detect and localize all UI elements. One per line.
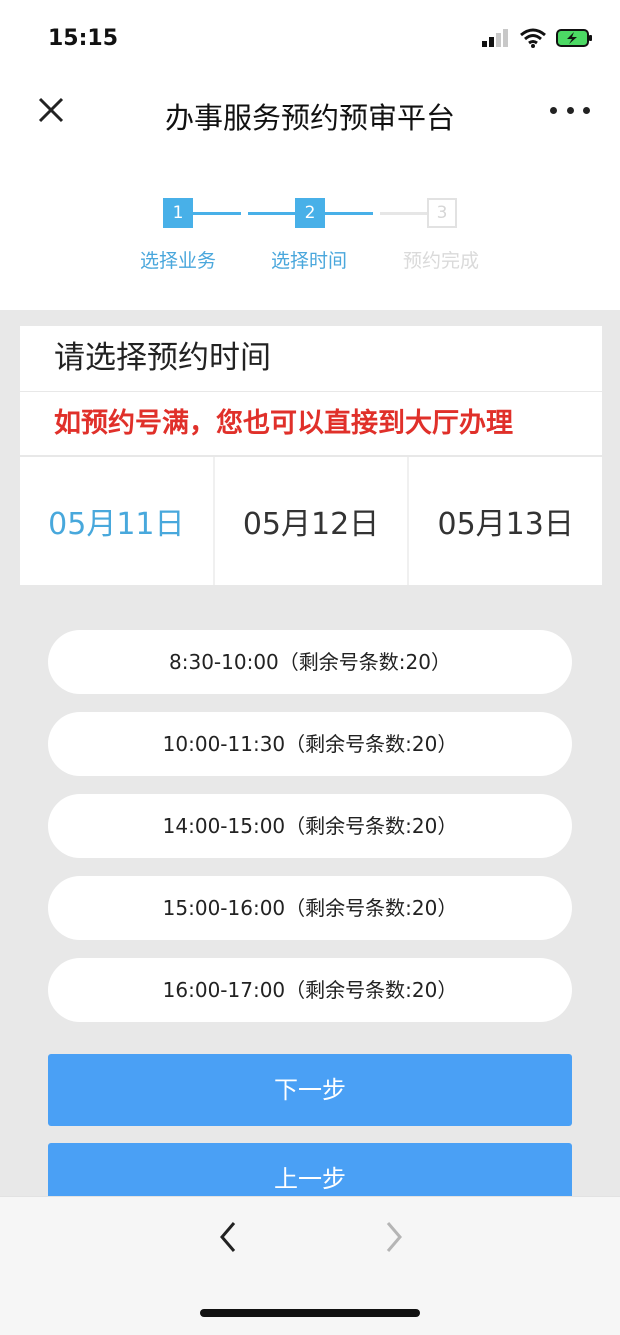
more-icon[interactable] [550,95,590,125]
date-tabs: 05月11日 05月12日 05月13日 [20,457,602,585]
time-slot[interactable]: 8:30-10:00（剩余号条数:20） [48,630,572,694]
step-connector [325,212,373,215]
status-time: 15:15 [48,26,119,51]
step-1-badge: 1 [163,198,193,228]
step-connector [380,212,427,215]
status-bar: 15:15 [0,0,620,80]
time-slot[interactable]: 15:00-16:00（剩余号条数:20） [48,876,572,940]
card-title: 请选择预约时间 [20,326,602,392]
step-1-label: 选择业务 [140,250,217,272]
step-2-label: 选择时间 [271,250,348,272]
date-tab-0512[interactable]: 05月12日 [215,457,410,585]
step-2-badge: 2 [295,198,325,228]
step-connector [193,212,241,215]
next-button[interactable]: 下一步 [48,1054,572,1126]
time-slot[interactable]: 16:00-17:00（剩余号条数:20） [48,958,572,1022]
notice-text: 如预约号满，您也可以直接到大厅办理 [20,392,602,457]
time-slot[interactable]: 10:00-11:30（剩余号条数:20） [48,712,572,776]
content-area: 请选择预约时间 如预约号满，您也可以直接到大厅办理 05月11日 05月12日 … [0,310,620,1215]
date-tab-0511[interactable]: 05月11日 [20,457,215,585]
chevron-right-icon[interactable] [380,1217,408,1257]
status-icons [482,28,594,48]
step-indicator: 1 2 3 选择业务 选择时间 预约完成 [0,190,620,280]
chevron-left-icon[interactable] [214,1217,242,1257]
page-title: 办事服务预约预审平台 [164,101,455,135]
date-card: 请选择预约时间 如预约号满，您也可以直接到大厅办理 05月11日 05月12日 … [20,326,602,585]
nav-bar: 办事服务预约预审平台 [0,75,620,147]
bottom-toolbar [0,1196,620,1335]
step-connector [248,212,295,215]
time-slot[interactable]: 14:00-15:00（剩余号条数:20） [48,794,572,858]
date-tab-0513[interactable]: 05月13日 [409,457,602,585]
battery-icon [556,29,592,47]
signal-icon [482,29,508,47]
home-indicator [200,1309,420,1317]
step-3-label: 预约完成 [403,250,480,272]
step-3-badge: 3 [427,198,457,228]
wifi-icon [520,28,546,48]
